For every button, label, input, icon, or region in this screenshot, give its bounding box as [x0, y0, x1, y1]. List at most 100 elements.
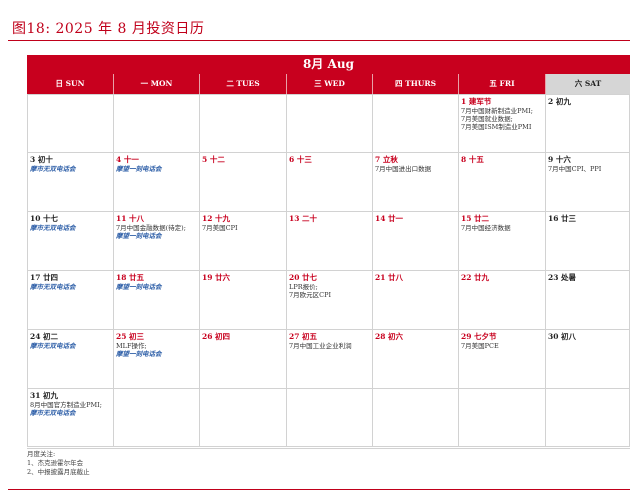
event-text: 8月中国官方制造业PMI; — [30, 401, 102, 409]
day-label: 29 七夕节 — [461, 332, 497, 341]
calendar-day-cell: 9 十六 7月中国CPI、PPI — [546, 153, 630, 212]
month-banner: 8月 Aug — [27, 55, 630, 74]
conference-call-link[interactable]: 摩市无双电话会 — [30, 342, 111, 350]
event-text: 7月中国进出口数据 — [375, 165, 432, 173]
day-label: 17 廿四 — [30, 273, 59, 282]
day-label: 5 十二 — [202, 155, 225, 164]
weekday-header: 日 SUN — [27, 74, 114, 94]
calendar-empty-cell — [200, 389, 287, 447]
calendar-day-cell: 27 初五 7月中国工业企业利润 — [287, 330, 373, 389]
calendar-day-cell: 28 初六 — [373, 330, 459, 389]
calendar-day-cell: 6 十三 — [287, 153, 373, 212]
calendar-empty-cell — [373, 389, 459, 447]
calendar-day-cell: 14 廿一 — [373, 212, 459, 271]
calendar-day-cell: 17 廿四 摩市无双电话会 — [27, 271, 114, 330]
monthly-focus-note: 月度关注: 1、杰克逊霍尔年会 2、中报披露月底截止 — [27, 448, 630, 477]
day-label: 1 建军节 — [461, 97, 492, 106]
event-text: LPR报价; — [289, 283, 318, 291]
event-text: 7月中国金融数据(待定); — [116, 224, 186, 232]
day-label: 3 初十 — [30, 155, 53, 164]
event-text: 7月中国经济数据 — [461, 224, 511, 232]
day-label: 22 廿九 — [461, 273, 490, 282]
calendar-day-cell: 18 廿五 摩望一刻电话会 — [114, 271, 200, 330]
weekday-header: 二 TUES — [200, 74, 287, 94]
calendar-day-cell: 21 廿八 — [373, 271, 459, 330]
calendar-day-cell: 5 十二 — [200, 153, 287, 212]
calendar-day-cell: 1 建军节 7月中国财新制造业PMI; 7月美国就业数据; 7月美国ISM制造业PMI — [459, 94, 546, 153]
calendar-day-cell: 12 十九 7月美国CPI — [200, 212, 287, 271]
day-label: 7 立秋 — [375, 155, 398, 164]
day-label: 26 初四 — [202, 332, 231, 341]
conference-call-link[interactable]: 摩望一刻电话会 — [116, 283, 197, 291]
event-text: 7月中国财新制造业PMI; — [461, 107, 533, 115]
day-label: 4 十一 — [116, 155, 139, 164]
calendar-day-cell: 4 十一 摩望一刻电话会 — [114, 153, 200, 212]
event-text: 7月中国工业企业利润 — [289, 342, 352, 350]
footnote-item-2: 2、中报披露月底截止 — [27, 468, 90, 476]
calendar-empty-cell — [459, 389, 546, 447]
calendar-day-cell: 19 廿六 — [200, 271, 287, 330]
calendar-day-cell: 8 十五 — [459, 153, 546, 212]
calendar-day-cell: 11 十八 7月中国金融数据(待定); 摩望一刻电话会 — [114, 212, 200, 271]
investment-calendar: 8月 Aug 日 SUN 一 MON 二 TUES 三 WED 四 THURS 五 FRI… — [27, 55, 630, 447]
footnote-item-1: 1、杰克逊霍尔年会 — [27, 459, 84, 467]
weekday-header: 一 MON — [114, 74, 200, 94]
day-label: 9 十六 — [548, 155, 571, 164]
day-label: 14 廿一 — [375, 214, 404, 223]
conference-call-link[interactable]: 摩市无双电话会 — [30, 224, 111, 232]
calendar-day-cell: 10 十七 摩市无双电话会 — [27, 212, 114, 271]
day-label: 21 廿八 — [375, 273, 404, 282]
event-text: 7月美国PCE — [461, 342, 499, 350]
event-text: MLF操作; — [116, 342, 147, 350]
footnote-heading: 月度关注: — [27, 450, 56, 458]
day-label: 23 处暑 — [548, 273, 577, 282]
footnote-divider — [27, 448, 630, 449]
calendar-day-cell: 15 廿二 7月中国经济数据 — [459, 212, 546, 271]
day-label: 11 十八 — [116, 214, 145, 223]
calendar-empty-cell — [287, 94, 373, 153]
calendar-day-cell: 13 二十 — [287, 212, 373, 271]
event-text: 7月美国ISM制造业PMI — [461, 123, 532, 132]
calendar-day-cell: 23 处暑 — [546, 271, 630, 330]
weekday-header: 五 FRI — [459, 74, 546, 94]
day-label: 27 初五 — [289, 332, 318, 341]
calendar-empty-cell — [114, 389, 200, 447]
conference-call-link[interactable]: 摩望一刻电话会 — [116, 232, 197, 240]
calendar-day-cell: 29 七夕节 7月美国PCE — [459, 330, 546, 389]
calendar-day-cell: 30 初八 — [546, 330, 630, 389]
calendar-empty-cell — [373, 94, 459, 153]
conference-call-link[interactable]: 摩市无双电话会 — [30, 283, 111, 291]
day-label: 31 初九 — [30, 391, 59, 400]
calendar-day-cell: 31 初九 8月中国官方制造业PMI; 摩市无双电话会 — [27, 389, 114, 447]
day-label: 10 十七 — [30, 214, 59, 223]
day-label: 18 廿五 — [116, 273, 145, 282]
calendar-day-cell: 7 立秋 7月中国进出口数据 — [373, 153, 459, 212]
calendar-empty-cell — [27, 94, 114, 153]
day-label: 2 初九 — [548, 97, 571, 106]
calendar-empty-cell — [287, 389, 373, 447]
calendar-day-cell: 3 初十 摩市无双电话会 — [27, 153, 114, 212]
day-label: 25 初三 — [116, 332, 145, 341]
calendar-day-cell: 2 初九 — [546, 94, 630, 153]
day-label: 28 初六 — [375, 332, 404, 341]
calendar-day-cell: 24 初二 摩市无双电话会 — [27, 330, 114, 389]
conference-call-link[interactable]: 摩市无双电话会 — [30, 409, 111, 417]
bottom-divider — [8, 489, 630, 490]
conference-call-link[interactable]: 摩市无双电话会 — [30, 165, 111, 173]
day-label: 15 廿二 — [461, 214, 490, 223]
day-label: 30 初八 — [548, 332, 577, 341]
event-text: 7月美国CPI — [202, 224, 238, 232]
title-divider — [8, 40, 630, 41]
day-label: 20 廿七 — [289, 273, 318, 282]
calendar-day-cell: 20 廿七 LPR报价; 7月欧元区CPI — [287, 271, 373, 330]
day-label: 6 十三 — [289, 155, 312, 164]
weekday-header: 三 WED — [287, 74, 373, 94]
conference-call-link[interactable]: 摩望一刻电话会 — [116, 350, 197, 358]
day-label: 24 初二 — [30, 332, 59, 341]
event-text: 7月欧元区CPI — [289, 291, 332, 300]
event-text: 7月中国CPI、PPI — [548, 165, 602, 173]
calendar-empty-cell — [200, 94, 287, 153]
conference-call-link[interactable]: 摩望一刻电话会 — [116, 165, 197, 173]
calendar-day-cell: 26 初四 — [200, 330, 287, 389]
day-label: 12 十九 — [202, 214, 231, 223]
